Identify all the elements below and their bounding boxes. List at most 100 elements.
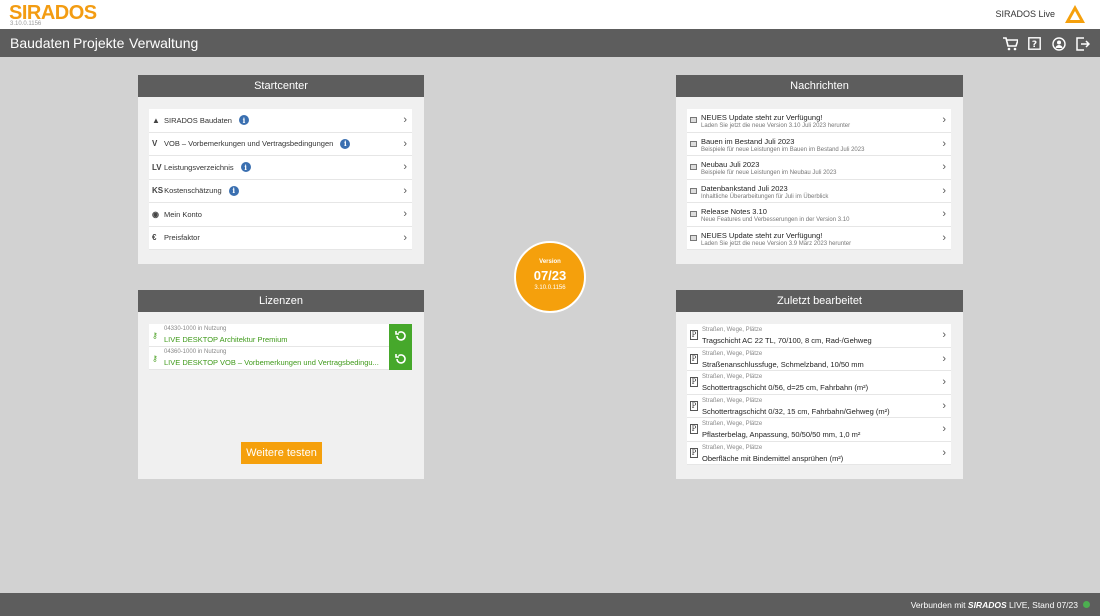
licenses-panel: Lizenzen ⚷ 04330-1000 in Nutzung LIVE DESK…	[138, 290, 424, 479]
info-icon[interactable]: i	[240, 162, 251, 173]
key-icon: ⚷	[152, 331, 158, 340]
nav-projekte[interactable]: Projekte	[73, 35, 124, 51]
chevron-right-icon: ›	[403, 161, 407, 174]
license-item: ⚷ 04330-1000 in Nutzung LIVE DESKTOP Archi…	[149, 324, 412, 347]
startcenter-item-label: Kostenschätzung	[164, 186, 222, 196]
recent-item[interactable]: P Straßen, Wege, Plätze Schottertragschich…	[687, 394, 951, 418]
license-name: LIVE DESKTOP VOB – Vorbemerkungen und Ve…	[164, 358, 379, 367]
licenses-title: Lizenzen	[138, 290, 424, 312]
info-icon[interactable]: i	[238, 115, 249, 126]
news-list: NEUES Update steht zur Verfügung! Laden S…	[687, 109, 951, 250]
startcenter-item-label: VOB – Vorbemerkungen und Vertragsbedingu…	[164, 139, 334, 149]
recent-item[interactable]: P Straßen, Wege, Plätze Schottertragschich…	[687, 371, 951, 395]
startcenter-item-icon: KS	[152, 186, 164, 196]
position-icon: P	[690, 400, 698, 411]
news-item[interactable]: Release Notes 3.10 Neue Features und Verb…	[687, 203, 951, 227]
info-icon[interactable]: i	[228, 185, 239, 196]
newspaper-icon	[690, 140, 697, 147]
chevron-right-icon: ›	[942, 137, 946, 150]
position-icon: P	[690, 447, 698, 458]
news-item[interactable]: Bauen im Bestand Juli 2023 Beispiele für …	[687, 132, 951, 156]
chevron-right-icon: ›	[942, 446, 946, 459]
sirados-logo[interactable]: SIRADOS	[9, 3, 97, 23]
startcenter-item[interactable]: € Preisfaktor ›	[149, 226, 412, 250]
chevron-right-icon: ›	[403, 231, 407, 244]
news-item-subtitle: Beispiele für neue Leistungen im Bauen i…	[701, 146, 865, 153]
news-item[interactable]: NEUES Update steht zur Verfügung! Laden S…	[687, 109, 951, 133]
connection-status: Verbunden mit SIRADOS LIVE, Stand 07/23	[911, 600, 1078, 610]
news-item[interactable]: Neubau Juli 2023 Beispiele für neue Leist…	[687, 156, 951, 180]
license-action-button[interactable]	[389, 324, 412, 347]
recent-item[interactable]: P Straßen, Wege, Plätze Straßenanschlussfu…	[687, 347, 951, 371]
news-item-title: NEUES Update steht zur Verfügung!	[701, 113, 823, 122]
chevron-right-icon: ›	[942, 231, 946, 244]
test-more-button[interactable]: Weitere testen	[241, 442, 322, 464]
startcenter-item[interactable]: V VOB – Vorbemerkungen und Vertragsbeding…	[149, 132, 412, 156]
version-build: 3.10.0.1156	[534, 285, 566, 291]
recent-item-title: Straßenanschlussfuge, Schmelzband, 10/50…	[702, 359, 864, 369]
startcenter-item-icon: V	[152, 139, 158, 149]
startcenter-item-label: SIRADOS Baudaten	[164, 115, 232, 125]
chevron-right-icon: ›	[942, 376, 946, 389]
footer-logo: SIRADOS	[967, 600, 1007, 610]
license-item: ⚷ 04360-1000 in Nutzung LIVE DESKTOP VOB –…	[149, 347, 412, 370]
news-item-subtitle: Beispiele für neue Leistungen im Neubau …	[701, 170, 837, 176]
chevron-right-icon: ›	[942, 161, 946, 174]
info-icon[interactable]: i	[340, 138, 351, 149]
news-item-subtitle: Laden Sie jetzt die neue Version 3.10 Ju…	[701, 123, 851, 129]
recent-item-category: Straßen, Wege, Plätze	[702, 374, 763, 380]
chevron-right-icon: ›	[942, 329, 946, 342]
recent-item-category: Straßen, Wege, Plätze	[702, 444, 763, 451]
main-nav: Baudaten Projekte Verwaltung ?	[0, 29, 1100, 57]
news-item-subtitle: Inhaltliche Überarbeitungen für Juli im …	[701, 193, 829, 200]
app-version-small: 3.10.0.1156	[10, 21, 42, 27]
nav-verwaltung[interactable]: Verwaltung	[129, 35, 198, 51]
license-return-icon	[394, 331, 406, 341]
recent-item-title: Schottertragschicht 0/32, 15 cm, Fahrbah…	[702, 406, 890, 416]
chevron-right-icon: ›	[403, 184, 407, 197]
version-label: Version	[539, 259, 561, 265]
connection-suffix: LIVE, Stand 07/23	[1006, 600, 1078, 610]
startcenter-item-icon: LV	[152, 162, 162, 172]
recent-item-title: Schottertragschicht 0/56, d=25 cm, Fahrb…	[702, 383, 869, 392]
user-icon[interactable]	[1051, 36, 1066, 51]
recent-item[interactable]: P Straßen, Wege, Plätze Oberfläche mit Bin…	[687, 441, 951, 465]
recent-title: Zuletzt bearbeitet	[676, 290, 963, 312]
position-icon: P	[690, 424, 698, 434]
news-item-subtitle: Laden Sie jetzt die neue Version 3.9 Mär…	[701, 240, 852, 247]
startcenter-item[interactable]: ◉ Mein Konto ›	[149, 203, 412, 227]
news-item-title: NEUES Update steht zur Verfügung!	[701, 230, 823, 240]
recent-panel: Zuletzt bearbeitet P Straßen, Wege, Plätz…	[676, 290, 963, 479]
help-icon[interactable]: ?	[1027, 36, 1042, 51]
license-action-button[interactable]	[389, 347, 412, 370]
startcenter-list: ▲ SIRADOS Baudaten i › V VOB – Vorbemerkungen…	[149, 109, 412, 250]
status-bar: Verbunden mit SIRADOS LIVE, Stand 07/23	[0, 593, 1100, 616]
startcenter-panel: Startcenter ▲ SIRADOS Baudaten i › V VOB – Vo…	[138, 75, 424, 264]
logout-icon[interactable]	[1075, 36, 1090, 51]
news-item-title: Release Notes 3.10	[701, 207, 767, 216]
chevron-right-icon: ›	[942, 184, 946, 197]
startcenter-item[interactable]: KS Kostenschätzung i ›	[149, 179, 412, 203]
recent-item-title: Pflasterbelag, Anpassung, 50/50/50 mm, 1…	[702, 430, 861, 439]
top-bar: SIRADOS 3.10.0.1156 SIRADOS Live	[0, 0, 1100, 29]
cart-icon[interactable]	[1003, 36, 1018, 51]
nav-baudaten[interactable]: Baudaten	[10, 35, 70, 51]
connection-prefix: Verbunden mit	[910, 600, 968, 610]
newspaper-icon	[690, 187, 697, 194]
news-item[interactable]: NEUES Update steht zur Verfügung! Laden S…	[687, 226, 951, 250]
startcenter-item[interactable]: ▲ SIRADOS Baudaten i ›	[149, 109, 412, 133]
startcenter-item[interactable]: LV Leistungsverzeichnis i ›	[149, 156, 412, 180]
chevron-right-icon: ›	[942, 423, 946, 436]
recent-item[interactable]: P Straßen, Wege, Plätze Pflasterbelag, Anp…	[687, 418, 951, 442]
svg-text:?: ?	[1032, 40, 1037, 50]
connection-status-dot	[1083, 601, 1090, 608]
recent-item-category: Straßen, Wege, Plätze	[702, 397, 763, 404]
recent-item[interactable]: P Straßen, Wege, Plätze Tragschicht AC 22 …	[687, 324, 951, 348]
recent-item-title: Tragschicht AC 22 TL, 70/100, 8 cm, Rad-…	[702, 336, 872, 345]
startcenter-item-label: Preisfaktor	[164, 233, 200, 243]
recent-item-title: Oberfläche mit Bindemittel ansprühen (m²…	[702, 453, 844, 463]
news-item-title: Datenbankstand Juli 2023	[701, 183, 788, 193]
news-item[interactable]: Datenbankstand Juli 2023 Inhaltliche Über…	[687, 179, 951, 203]
chevron-right-icon: ›	[942, 352, 946, 365]
recent-item-category: Straßen, Wege, Plätze	[702, 350, 763, 357]
